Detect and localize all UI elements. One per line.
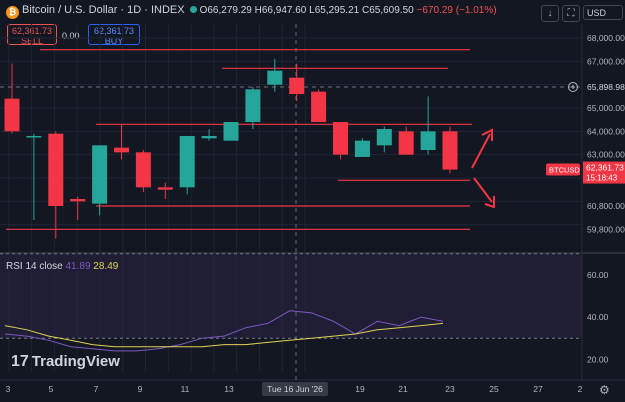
candle-body <box>201 136 217 139</box>
candle-body <box>442 131 458 170</box>
candle-body <box>354 140 370 157</box>
price-label: 67,000.00 <box>587 56 625 66</box>
rsi-axis-label: 20.00 <box>587 354 609 364</box>
logo-text: TradingView <box>31 353 120 370</box>
candle-body <box>311 91 327 122</box>
last-price-label: 62,361.73 <box>586 163 624 173</box>
rsi-value: 41.89 <box>65 261 91 272</box>
time-label: 23 <box>445 384 455 394</box>
rsi-legend: RSI 14 close 41.89 28.49 <box>6 261 118 272</box>
candle-body <box>92 145 108 204</box>
candle-body <box>114 147 129 153</box>
tradingview-mark-icon: 17 <box>11 353 29 370</box>
price-label: 60,800.00 <box>587 201 625 211</box>
countdown-label: 15:18:43 <box>586 174 618 183</box>
up-arrow-icon <box>471 128 493 169</box>
price-label: 64,000.00 <box>587 126 625 136</box>
crosshair-price-label: 65,898.98 <box>587 82 625 92</box>
price-label: 63,000.00 <box>587 150 625 160</box>
candle-body <box>420 131 436 150</box>
candle-body <box>4 98 20 132</box>
symbol-tag: BTCUSD <box>549 166 580 175</box>
time-label: 13 <box>224 384 234 394</box>
candle-body <box>179 136 195 188</box>
price-chart[interactable]: 68,000.00 67,000.00 65,898.98 65,000.00 64,0… <box>0 0 625 402</box>
time-label: 11 <box>181 384 190 394</box>
time-label: 27 <box>533 384 543 394</box>
candle-body <box>398 131 414 155</box>
candle-body <box>245 89 261 122</box>
tradingview-logo[interactable]: 17 TradingView <box>11 353 120 371</box>
time-label: 7 <box>94 384 99 394</box>
candle-body <box>70 199 86 202</box>
candle-body <box>267 70 283 85</box>
time-label: 21 <box>398 384 408 394</box>
candle-body <box>333 122 348 155</box>
rsi-title: RSI 14 close <box>6 261 63 272</box>
price-label: 65,000.00 <box>587 103 625 113</box>
time-label: 9 <box>138 384 143 394</box>
time-label: 3 <box>6 384 11 394</box>
candle-body <box>289 77 305 94</box>
price-label: 59,800.00 <box>587 224 625 234</box>
candle-body <box>376 129 392 146</box>
rsi-axis-label: 60.00 <box>587 270 609 280</box>
crosshair-date-label: Tue 16 Jun '26 <box>267 384 323 394</box>
settings-gear-icon[interactable]: ⚙ <box>599 383 610 397</box>
candle-body <box>223 122 239 141</box>
plus-icon <box>571 85 575 90</box>
time-label: 2 <box>578 384 583 394</box>
down-arrow-icon <box>473 177 495 209</box>
candle-body <box>48 133 64 206</box>
time-label: 5 <box>49 384 54 394</box>
time-label: 19 <box>355 384 365 394</box>
candle-body <box>26 136 42 138</box>
price-label: 68,000.00 <box>587 33 625 43</box>
candle-body <box>135 152 151 188</box>
rsi-axis-label: 40.00 <box>587 312 609 322</box>
rsi-ma-value: 28.49 <box>93 261 119 272</box>
candle-body <box>157 187 173 190</box>
time-label: 25 <box>489 384 499 394</box>
